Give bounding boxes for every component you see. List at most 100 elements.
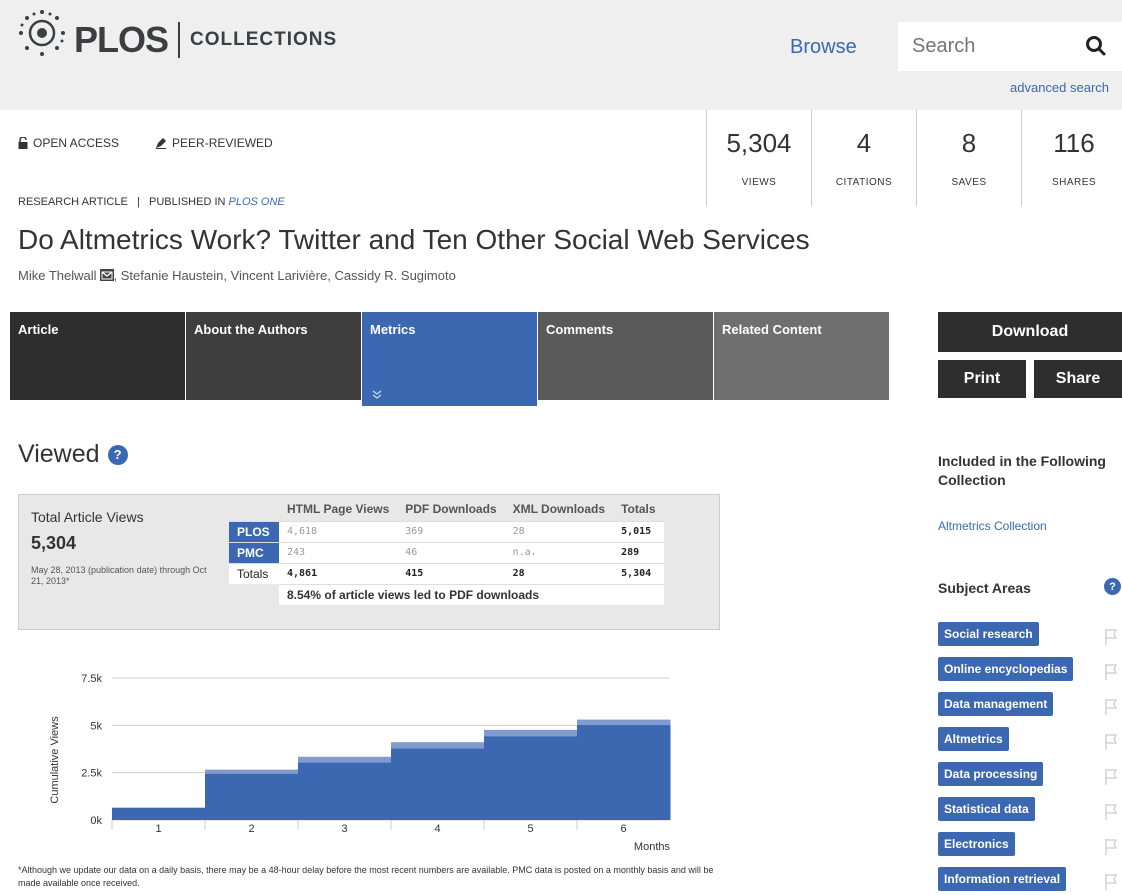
download-button[interactable]: Download (938, 312, 1122, 352)
metric-label: SAVES (951, 177, 987, 188)
flag-icon[interactable] (1104, 628, 1118, 646)
x-tick-label: 4 (434, 823, 440, 835)
pmc-step-bar (391, 742, 485, 749)
logo-subtitle: COLLECTIONS (190, 29, 338, 50)
x-tick-label: 1 (155, 823, 161, 835)
subject-tag[interactable]: Statistical data (938, 797, 1035, 821)
source-cell: PMC (229, 541, 279, 563)
subject-tag[interactable]: Altmetrics (938, 727, 1009, 751)
pmc-step-bar (205, 769, 299, 774)
views-summary-box: Total Article Views 5,304 May 28, 2013 (… (18, 494, 720, 630)
table-row: PMC 243 46 n.a. 289 (229, 541, 664, 563)
logo-text: PLOS (74, 19, 169, 60)
subject-tag[interactable]: Social research (938, 622, 1039, 646)
table-header-row: HTML Page Views PDF Downloads XML Downlo… (229, 497, 664, 521)
collection-link[interactable]: Altmetrics Collection (938, 519, 1047, 533)
table-row: PLOS 4,618 369 28 5,015 (229, 520, 664, 542)
flag-icon[interactable] (1104, 698, 1118, 716)
subject-areas-heading: Subject Areas (938, 580, 1031, 596)
tab-about-authors[interactable]: About the Authors (186, 312, 361, 400)
tab-label: Comments (546, 322, 614, 337)
author-link[interactable]: Mike Thelwall (18, 268, 97, 283)
flag-icon[interactable] (1104, 838, 1118, 856)
plos-logo-icon (19, 10, 65, 56)
table-cell: 28 (504, 562, 614, 584)
total-views-label: Total Article Views (31, 509, 144, 525)
x-tick-label: 3 (341, 823, 347, 835)
table-cell: 4,618 (279, 520, 398, 542)
advanced-search-link[interactable]: advanced search (1010, 80, 1109, 95)
tab-related-content[interactable]: Related Content (714, 312, 889, 400)
tab-comments[interactable]: Comments (538, 312, 713, 400)
table-header: Totals (621, 501, 656, 516)
subject-tag[interactable]: Online encyclopedias (938, 657, 1074, 681)
metric-label: CITATIONS (835, 177, 893, 188)
help-icon[interactable]: ? (1104, 578, 1121, 595)
search-icon[interactable] (1084, 34, 1108, 58)
subject-tag[interactable]: Data management (938, 692, 1054, 716)
subject-item: Data management (938, 692, 1122, 727)
footnote: *Although we update our data on a daily … (18, 865, 714, 888)
plos-step-bar (484, 736, 578, 820)
author-link[interactable]: Stefanie Haustein (121, 268, 224, 283)
tab-metrics[interactable]: Metrics (362, 312, 537, 406)
subject-item: Data processing (938, 762, 1122, 797)
plos-step-bar (391, 748, 485, 820)
print-button[interactable]: Print (938, 360, 1026, 398)
flag-icon[interactable] (1104, 873, 1118, 891)
pdf-summary: 8.54% of article views led to PDF downlo… (279, 583, 664, 605)
metric-saves[interactable]: 8 SAVES (916, 110, 1021, 206)
x-tick-label: 5 (527, 823, 533, 835)
viewed-heading: Viewed ? (18, 440, 128, 469)
metric-views[interactable]: 5,304 VIEWS (706, 110, 811, 206)
table-header: PDF Downloads (405, 501, 497, 516)
plos-logo[interactable]: PLOS COLLECTIONS (12, 10, 338, 62)
tab-label: Article (18, 322, 59, 337)
open-access-badge: OPEN ACCESS (18, 136, 137, 150)
subject-list: Social research Online encyclopedias Dat… (938, 622, 1122, 895)
search-input[interactable] (898, 22, 1048, 71)
source-cell: PLOS (229, 520, 279, 542)
metric-shares[interactable]: 116 SHARES (1021, 110, 1122, 206)
article-tabs: Article About the Authors Metrics Commen… (10, 312, 890, 406)
email-icon[interactable] (99, 269, 114, 281)
table-cell: 243 (279, 541, 398, 563)
subject-item: Altmetrics (938, 727, 1122, 762)
pmc-step-bar (577, 719, 671, 726)
table-cell: 46 (397, 541, 505, 563)
journal-link[interactable]: PLOS ONE (229, 196, 285, 208)
metrics-bar: 5,304 VIEWS 4 CITATIONS 8 SAVES 116 SHAR… (706, 110, 1122, 206)
flag-icon[interactable] (1104, 768, 1118, 786)
separator: | (137, 196, 140, 208)
tab-article[interactable]: Article (10, 312, 185, 400)
author-link[interactable]: Vincent Larivière (231, 268, 328, 283)
metric-label: VIEWS (741, 177, 777, 188)
author-link[interactable]: Cassidy R. Sugimoto (334, 268, 455, 283)
metric-label: SHARES (1051, 177, 1097, 188)
tab-label: About the Authors (194, 322, 308, 337)
open-access-label: OPEN ACCESS (33, 136, 120, 150)
flag-icon[interactable] (1104, 803, 1118, 821)
table-cell: 5,304 (613, 562, 664, 584)
table-cell: 369 (397, 520, 505, 542)
total-views-value: 5,304 (31, 533, 77, 553)
flag-icon[interactable] (1104, 663, 1118, 681)
pmc-step-bar (298, 756, 392, 763)
subject-tag[interactable]: Information retrieval (938, 867, 1067, 891)
browse-link[interactable]: Browse (790, 36, 857, 59)
subject-item: Online encyclopedias (938, 657, 1122, 692)
help-icon[interactable]: ? (107, 444, 128, 465)
subject-tag[interactable]: Data processing (938, 762, 1044, 786)
share-button[interactable]: Share (1034, 360, 1122, 398)
table-cell (229, 584, 279, 605)
plos-step-bar (577, 725, 671, 820)
flag-icon[interactable] (1104, 733, 1118, 751)
table-row-totals: Totals 4,861 415 28 5,304 (229, 562, 664, 584)
table-header: XML Downloads (512, 501, 606, 516)
subject-item: Electronics (938, 832, 1122, 867)
metric-citations[interactable]: 4 CITATIONS (811, 110, 916, 206)
y-axis-label: Cumulative Views (49, 716, 61, 804)
subject-tag[interactable]: Electronics (938, 832, 1015, 856)
plos-step-bar (298, 762, 392, 820)
y-tick-label: 7.5k (81, 673, 102, 685)
